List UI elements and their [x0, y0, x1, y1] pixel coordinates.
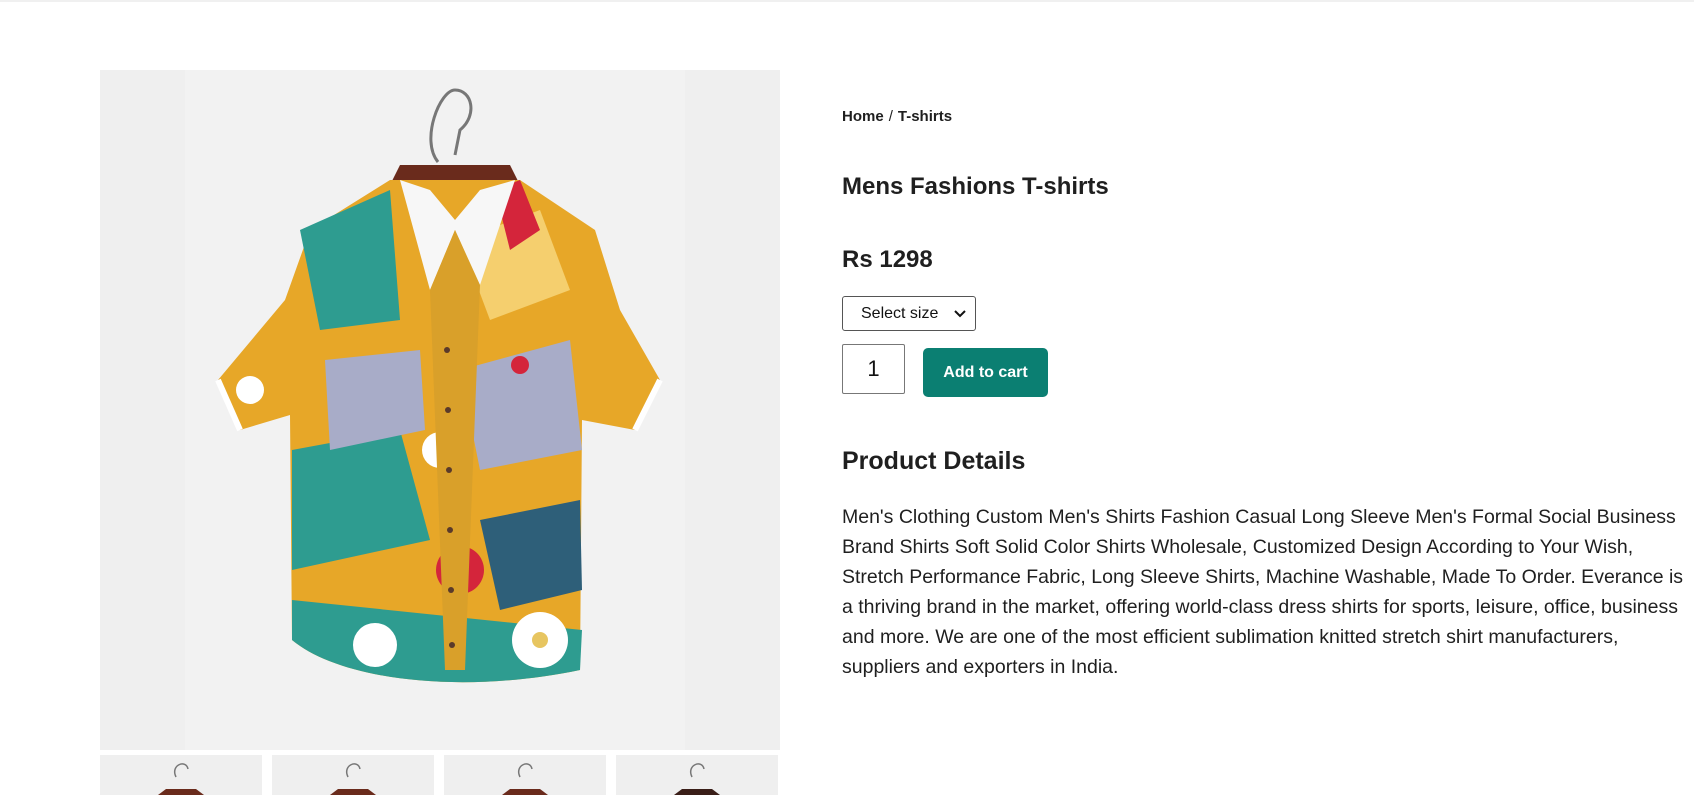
- thumbnail-3[interactable]: [444, 755, 606, 795]
- thumbnail-4[interactable]: [616, 755, 778, 795]
- size-select[interactable]: Select size: [842, 296, 976, 331]
- product-details-heading: Product Details: [842, 447, 1026, 475]
- product-title: Mens Fashions T-shirts: [842, 173, 1109, 200]
- shirt-image: [185, 70, 685, 750]
- add-to-cart-button[interactable]: Add to cart: [923, 348, 1048, 397]
- top-divider: [0, 0, 1694, 2]
- breadcrumb: Home / T-shirts: [842, 108, 952, 125]
- product-main-image[interactable]: [100, 70, 780, 750]
- thumbnail-strip: [100, 755, 780, 795]
- breadcrumb-home-link[interactable]: Home: [842, 108, 884, 125]
- thumbnail-1[interactable]: [100, 755, 262, 795]
- size-select-value: Select size: [861, 304, 939, 322]
- product-details-text: Men's Clothing Custom Men's Shirts Fashi…: [842, 506, 1684, 678]
- breadcrumb-separator: /: [888, 108, 893, 125]
- breadcrumb-current-link[interactable]: T-shirts: [898, 108, 952, 125]
- product-gallery: [100, 70, 780, 795]
- chevron-down-icon: [954, 310, 966, 318]
- thumbnail-2[interactable]: [272, 755, 434, 795]
- quantity-input[interactable]: 1: [842, 344, 905, 394]
- product-price: Rs 1298: [842, 246, 933, 273]
